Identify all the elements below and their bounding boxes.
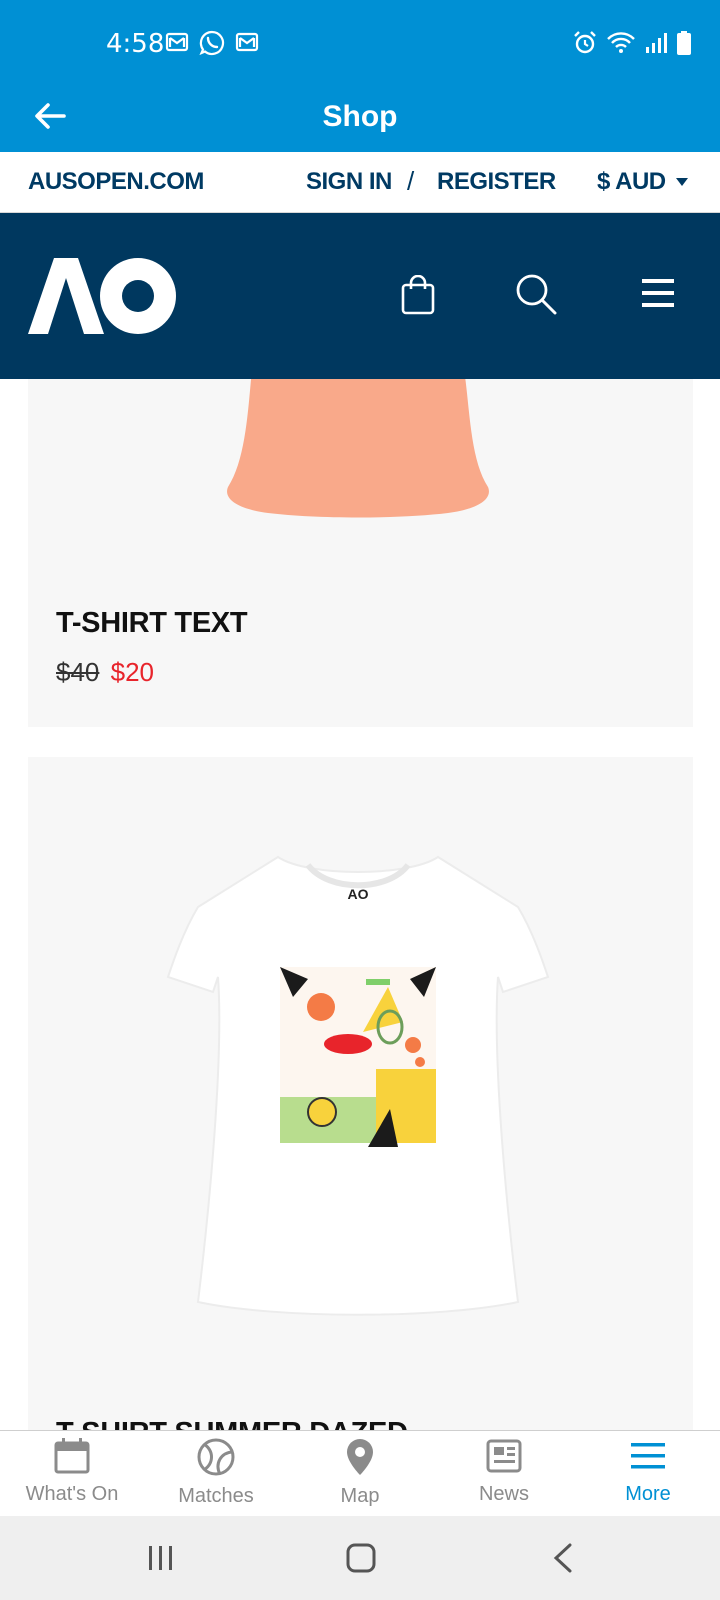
nav-label: What's On <box>25 1483 119 1505</box>
nav-more[interactable]: More <box>576 1431 720 1516</box>
tennis-ball-icon <box>197 1438 235 1476</box>
news-icon <box>486 1439 522 1473</box>
shopping-bag-icon[interactable] <box>400 275 436 315</box>
product-card[interactable]: AO T-SHIRT SUMMER DAZED <box>28 757 693 1430</box>
register-link[interactable]: REGISTER <box>437 168 556 196</box>
ausopen-link[interactable]: AUSOPEN.COM <box>28 168 204 196</box>
nav-map[interactable]: Map <box>288 1431 432 1516</box>
system-nav-bar <box>0 1516 720 1600</box>
site-header: AO <box>0 213 720 379</box>
system-back-icon[interactable] <box>552 1543 574 1573</box>
gmail-icon <box>165 32 189 52</box>
whatsapp-icon <box>199 30 225 56</box>
alarm-icon <box>574 31 596 54</box>
status-time: 4:58 <box>106 29 165 59</box>
wifi-icon <box>607 32 635 53</box>
app-bar: Shop <box>0 88 720 152</box>
product-name[interactable]: T-SHIRT TEXT <box>56 607 248 640</box>
sign-in-link[interactable]: SIGN IN <box>306 168 392 196</box>
system-status-icons <box>572 30 692 56</box>
nav-news[interactable]: News <box>432 1431 576 1516</box>
ao-logo[interactable]: AO <box>28 258 178 334</box>
status-bar: 4:58 <box>0 0 720 88</box>
price-row: $40 $20 <box>56 657 154 688</box>
product-card[interactable]: T-SHIRT TEXT $40 $20 <box>28 379 693 727</box>
product-name[interactable]: T-SHIRT SUMMER DAZED <box>56 1417 408 1430</box>
recent-apps-icon[interactable] <box>148 1544 174 1572</box>
product-image[interactable]: AO <box>158 847 558 1327</box>
nav-label: News <box>478 1483 529 1505</box>
site-topbar: AUSOPEN.COM SIGN IN / REGISTER $ AUD <box>0 152 720 213</box>
currency-select[interactable]: $ AUD <box>597 168 688 196</box>
battery-icon <box>677 31 691 55</box>
calendar-icon <box>54 1438 90 1474</box>
bottom-nav: What's On Matches Map News More <box>0 1430 720 1516</box>
sale-price: $20 <box>110 657 155 687</box>
product-image[interactable] <box>208 379 508 529</box>
hamburger-menu-icon[interactable] <box>640 277 676 309</box>
nav-whats-on[interactable]: What's On <box>0 1431 144 1516</box>
separator: / <box>407 166 415 196</box>
nav-label: Matches <box>178 1485 254 1507</box>
nav-label: More <box>625 1483 671 1505</box>
svg-text:AO: AO <box>348 886 369 902</box>
original-price: $40 <box>56 657 100 687</box>
hamburger-menu-icon <box>631 1443 665 1469</box>
home-icon[interactable] <box>346 1543 376 1573</box>
signal-icon <box>646 33 667 53</box>
map-pin-icon <box>347 1439 373 1475</box>
search-icon[interactable] <box>515 273 557 315</box>
caret-down-icon <box>675 178 688 186</box>
notification-icons <box>165 30 259 56</box>
nav-matches[interactable]: Matches <box>144 1431 288 1516</box>
nav-label: Map <box>340 1485 380 1507</box>
gmail-icon <box>235 32 259 52</box>
product-list[interactable]: T-SHIRT TEXT $40 $20 AO T-SHIRT SUMMER D… <box>0 379 720 1430</box>
page-title: Shop <box>322 100 398 133</box>
currency-label: $ AUD <box>597 168 666 195</box>
